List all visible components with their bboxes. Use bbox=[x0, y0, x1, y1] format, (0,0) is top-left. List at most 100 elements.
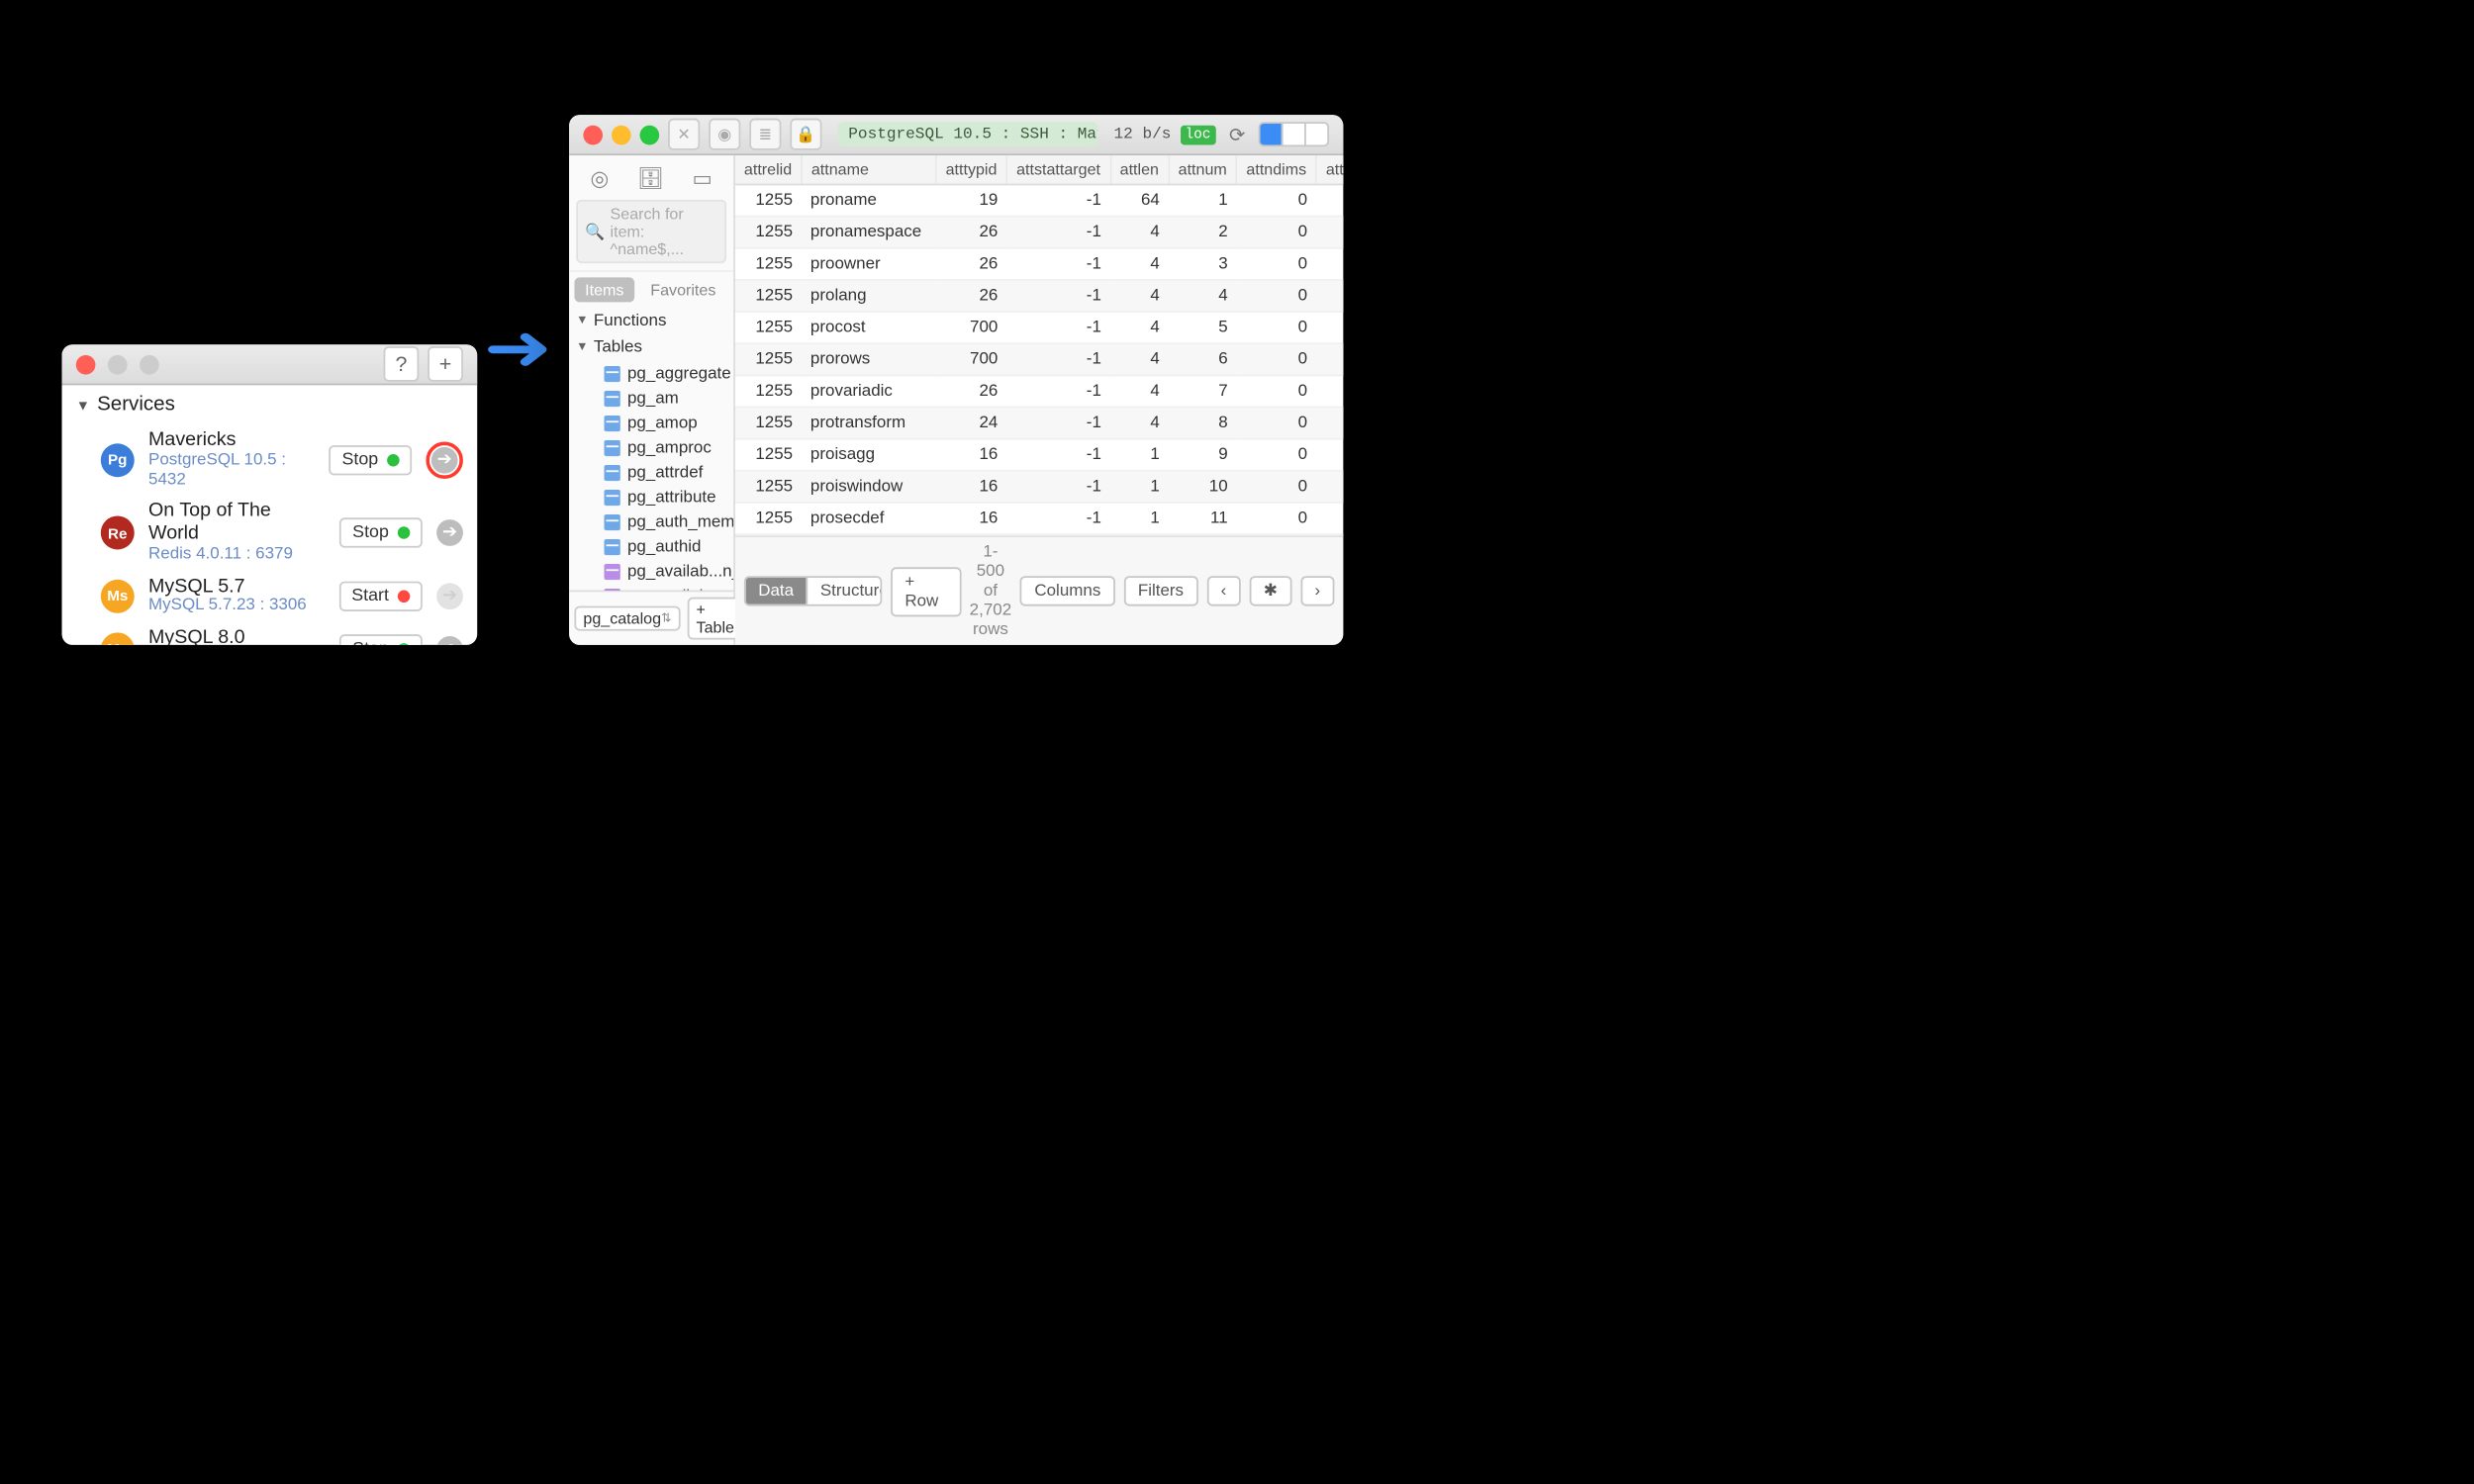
cell[interactable]: -1 bbox=[1316, 280, 1343, 312]
cell[interactable]: 4 bbox=[1110, 343, 1169, 375]
open-db-icon[interactable]: ➔ bbox=[431, 446, 458, 473]
service-row[interactable]: Re On Top of The WorldRedis 4.0.11 : 637… bbox=[62, 496, 478, 570]
target-icon[interactable]: ◎ bbox=[590, 166, 609, 191]
view-mode-toggle[interactable]: Data Structure bbox=[744, 576, 882, 605]
column-header[interactable]: attnum bbox=[1169, 155, 1237, 184]
database-icon[interactable]: 🗄 bbox=[637, 166, 664, 191]
cell[interactable]: 4 bbox=[1110, 376, 1169, 408]
cell[interactable]: 0 bbox=[1237, 312, 1316, 343]
cell[interactable]: 0 bbox=[1237, 343, 1316, 375]
table-row[interactable]: 1255proiswindow16-11100-1-1TRUE⇅ bbox=[735, 471, 1343, 503]
column-header[interactable]: attrelid bbox=[735, 155, 802, 184]
cell[interactable]: 26 bbox=[936, 376, 1006, 408]
tree-table-item[interactable]: pg_am bbox=[569, 385, 733, 410]
tree-table-item[interactable]: pg_amop bbox=[569, 410, 733, 434]
cell[interactable]: pronamespace bbox=[802, 217, 936, 248]
service-row[interactable]: Ms MySQL 5.7MySQL 5.7.23 : 3306 Start ➔ bbox=[62, 570, 478, 622]
cell[interactable]: 7 bbox=[1169, 376, 1237, 408]
cell[interactable]: 8 bbox=[1169, 408, 1237, 439]
table-row[interactable]: 1255provariadic26-1470-1-1TRUE⇅ bbox=[735, 376, 1343, 408]
cell[interactable]: proname bbox=[802, 185, 936, 217]
tree-table-item[interactable]: pg_amproc bbox=[569, 434, 733, 459]
cell[interactable]: 0 bbox=[1237, 408, 1316, 439]
cell[interactable]: -1 bbox=[1006, 312, 1110, 343]
cell[interactable]: proiswindow bbox=[802, 471, 936, 503]
layout-toggle[interactable] bbox=[1259, 122, 1329, 146]
cell[interactable]: proowner bbox=[802, 248, 936, 280]
cell[interactable]: 1255 bbox=[735, 408, 802, 439]
cell[interactable]: -1 bbox=[1006, 248, 1110, 280]
table-row[interactable]: 1255pronamespace26-1420-1-1TRUE⇅ bbox=[735, 217, 1343, 248]
cell[interactable]: 1255 bbox=[735, 312, 802, 343]
table-row[interactable]: 1255proname19-16410-1-1FALSE⇅ bbox=[735, 185, 1343, 217]
cell[interactable]: 0 bbox=[1237, 280, 1316, 312]
tab-items[interactable]: Items bbox=[574, 277, 634, 302]
cell[interactable]: 0 bbox=[1237, 376, 1316, 408]
open-db-icon[interactable]: ➔ bbox=[436, 635, 463, 645]
cell[interactable]: 1255 bbox=[735, 439, 802, 471]
cell[interactable]: 4 bbox=[1110, 217, 1169, 248]
open-db-ring[interactable]: ➔ bbox=[426, 441, 463, 479]
table-row[interactable]: 1255prorows700-1460-1-1TRUE⇅ bbox=[735, 343, 1343, 375]
cell[interactable]: 1255 bbox=[735, 217, 802, 248]
zoom-icon[interactable] bbox=[640, 125, 660, 144]
cell[interactable]: -1 bbox=[1316, 217, 1343, 248]
db-titlebar[interactable]: ✕ ◉ ≣ 🔒 PostgreSQL 10.5 : SSH : Maverick… bbox=[569, 115, 1343, 155]
tree-table-item[interactable]: pg_availab...extensions bbox=[569, 583, 733, 590]
next-page-button[interactable]: › bbox=[1300, 576, 1334, 605]
cell[interactable]: 4 bbox=[1110, 408, 1169, 439]
cell[interactable]: 4 bbox=[1169, 280, 1237, 312]
tree-table-item[interactable]: pg_authid bbox=[569, 533, 733, 558]
cell[interactable]: 700 bbox=[936, 343, 1006, 375]
prev-page-button[interactable]: ‹ bbox=[1206, 576, 1240, 605]
refresh-icon[interactable]: ⟳ bbox=[1225, 122, 1250, 146]
cell[interactable]: prosecdef bbox=[802, 503, 936, 534]
cell[interactable]: 1 bbox=[1110, 503, 1169, 534]
preview-icon[interactable]: ◉ bbox=[709, 119, 740, 150]
service-row[interactable]: Ms MySQL 8.0MySQL 8.0.12 : 3308 Stop ➔ bbox=[62, 622, 478, 645]
data-grid[interactable]: attrelidattnameatttypidattstattargetattl… bbox=[735, 155, 1343, 535]
cell[interactable]: 0 bbox=[1237, 185, 1316, 217]
column-header[interactable]: attlen bbox=[1110, 155, 1169, 184]
tree-tables[interactable]: ▼Tables bbox=[569, 334, 733, 361]
table-row[interactable]: 1255prolang26-1440-1-1TRUE⇅ bbox=[735, 280, 1343, 312]
cell[interactable]: -1 bbox=[1316, 312, 1343, 343]
tree-functions[interactable]: ▼Functions bbox=[569, 308, 733, 334]
filters-button[interactable]: Filters bbox=[1124, 576, 1198, 605]
cell[interactable]: 19 bbox=[936, 185, 1006, 217]
cell[interactable]: -1 bbox=[1316, 439, 1343, 471]
section-services[interactable]: ▼Services bbox=[62, 385, 478, 423]
cell[interactable]: 1255 bbox=[735, 343, 802, 375]
cell[interactable]: procost bbox=[802, 312, 936, 343]
column-header[interactable]: atttypid bbox=[936, 155, 1006, 184]
cell[interactable]: -1 bbox=[1006, 439, 1110, 471]
table-row[interactable]: 1255proowner26-1430-1-1TRUE⇅ bbox=[735, 248, 1343, 280]
minimize-icon[interactable] bbox=[612, 125, 631, 144]
table-row[interactable]: 1255procost700-1450-1-1TRUE⇅ bbox=[735, 312, 1343, 343]
cell[interactable]: 0 bbox=[1237, 503, 1316, 534]
columns-button[interactable]: Columns bbox=[1020, 576, 1115, 605]
cell[interactable]: 1255 bbox=[735, 376, 802, 408]
close-icon[interactable] bbox=[76, 354, 96, 374]
cell[interactable]: 1255 bbox=[735, 185, 802, 217]
cell[interactable]: 11 bbox=[1169, 503, 1237, 534]
cell[interactable]: 1255 bbox=[735, 248, 802, 280]
cell[interactable]: 700 bbox=[936, 312, 1006, 343]
kill-query-icon[interactable]: ✕ bbox=[668, 119, 700, 150]
cell[interactable]: 4 bbox=[1110, 280, 1169, 312]
cell[interactable]: 1 bbox=[1110, 439, 1169, 471]
cell[interactable]: -1 bbox=[1006, 376, 1110, 408]
tree-table-item[interactable]: pg_availab...n_versions bbox=[569, 558, 733, 583]
cell[interactable]: 1255 bbox=[735, 503, 802, 534]
location-bar[interactable]: PostgreSQL 10.5 : SSH : Mavericks : kato… bbox=[838, 122, 1098, 146]
cell[interactable]: -1 bbox=[1006, 217, 1110, 248]
cell[interactable]: 2 bbox=[1169, 217, 1237, 248]
cell[interactable]: 0 bbox=[1237, 439, 1316, 471]
cell[interactable]: 1 bbox=[1110, 471, 1169, 503]
cell[interactable]: 1255 bbox=[735, 471, 802, 503]
sidebar-search[interactable]: 🔍Search for item: ^name$,... bbox=[576, 200, 726, 263]
cell[interactable]: 0 bbox=[1237, 248, 1316, 280]
cell[interactable]: prorows bbox=[802, 343, 936, 375]
cell[interactable]: 4 bbox=[1110, 248, 1169, 280]
gear-icon[interactable]: ✱ bbox=[1249, 576, 1291, 605]
